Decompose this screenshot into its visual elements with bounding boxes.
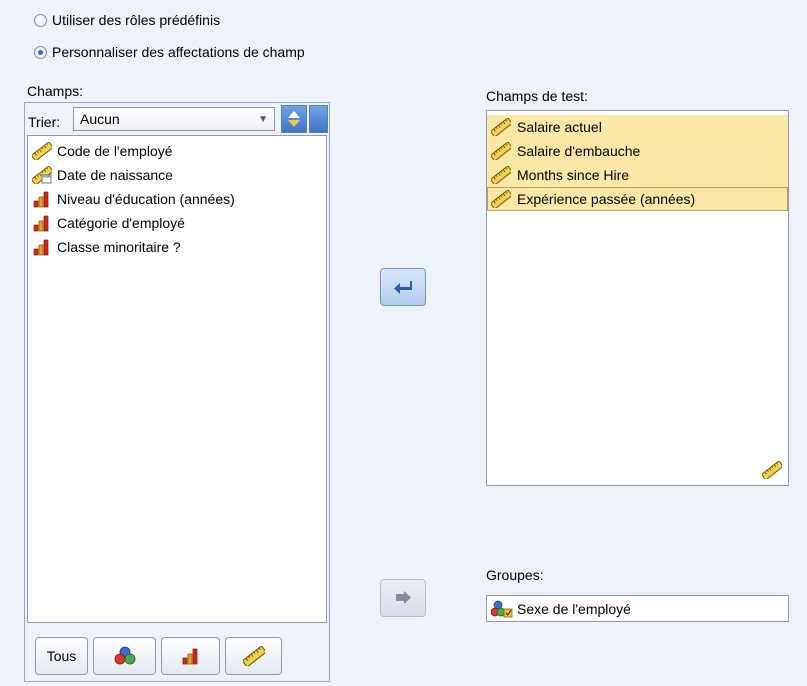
ruler-icon [491, 166, 511, 184]
fields-list[interactable]: Code de l'employé Date de naissance Nive… [27, 135, 327, 623]
nominal-circles-icon [114, 646, 135, 665]
ordinal-bar-icon [33, 215, 49, 232]
ruler-icon [242, 646, 265, 666]
ruler-icon [491, 142, 511, 160]
radio-predefined-roles[interactable]: Utiliser des rôles prédéfinis [34, 10, 220, 30]
list-item[interactable]: Code de l'employé [28, 139, 326, 163]
chevron-down-icon: ▼ [258, 113, 268, 125]
ruler-icon [762, 461, 782, 479]
ordinal-bar-icon [182, 648, 197, 665]
groups-field[interactable]: Sexe de l'employé [486, 595, 789, 622]
sort-label: Trier: [28, 114, 61, 130]
ordinal-bar-icon [33, 239, 49, 256]
arrow-right-icon [396, 591, 411, 604]
filter-ordinal-button[interactable] [161, 637, 220, 675]
list-item[interactable]: Classe minoritaire ? [28, 235, 326, 259]
radio-custom-label: Personnaliser des affectations de champ [52, 44, 305, 60]
list-item[interactable]: Catégorie d'employé [28, 211, 326, 235]
move-to-groups-button[interactable] [380, 579, 426, 617]
arrow-left-return-icon [394, 281, 412, 294]
test-field-label: Months since Hire [517, 167, 630, 183]
sort-dropdown[interactable]: Aucun ▼ [73, 107, 275, 131]
groups-value: Sexe de l'employé [517, 600, 631, 617]
test-field-item[interactable]: Salaire actuel [487, 115, 788, 139]
test-field-item[interactable]: Expérience passée (années) [487, 187, 788, 211]
list-item-label: Date de naissance [57, 167, 173, 183]
radio-predefined-indicator[interactable] [34, 13, 47, 27]
list-item-label: Niveau d'éducation (années) [57, 191, 235, 207]
ruler-icon [32, 142, 52, 160]
radio-predefined-label: Utiliser des rôles prédéfinis [52, 12, 221, 28]
nominal-person-icon [491, 600, 513, 617]
ruler-icon [491, 118, 511, 136]
filter-all-button[interactable]: Tous [35, 637, 88, 675]
fields-panel: Trier: Aucun ▼ Code de l'employé Date de [24, 102, 330, 682]
list-item[interactable]: Niveau d'éducation (années) [28, 187, 326, 211]
filter-nominal-button[interactable] [93, 637, 156, 675]
list-item[interactable]: Date de naissance [28, 163, 326, 187]
test-fields-list[interactable]: Salaire actuel Salaire d'embauche Months… [486, 110, 789, 486]
move-to-fields-button[interactable] [380, 268, 426, 306]
test-field-item[interactable]: Salaire d'embauche [487, 139, 788, 163]
test-field-label: Salaire actuel [517, 119, 602, 135]
list-item-label: Classe minoritaire ? [57, 239, 181, 255]
list-item-label: Catégorie d'employé [57, 215, 185, 231]
sort-extra-button[interactable] [309, 105, 328, 133]
ruler-icon [491, 190, 511, 208]
test-fields-title: Champs de test: [486, 88, 588, 104]
sort-order-button[interactable] [281, 105, 307, 133]
fields-panel-title: Champs: [27, 83, 84, 99]
sort-updown-icon [288, 111, 300, 127]
test-field-label: Salaire d'embauche [517, 143, 641, 159]
sort-dropdown-value: Aucun [80, 111, 120, 127]
test-field-item[interactable]: Months since Hire [487, 163, 788, 187]
ordinal-bar-icon [33, 191, 49, 208]
test-field-label: Expérience passée (années) [517, 191, 696, 207]
list-item-label: Code de l'employé [57, 143, 173, 159]
date-ruler-icon [32, 166, 52, 184]
filter-all-label: Tous [46, 648, 77, 664]
groups-title: Groupes: [486, 567, 544, 583]
radio-custom-assignments[interactable]: Personnaliser des affectations de champ [34, 42, 305, 62]
radio-custom-indicator[interactable] [34, 45, 47, 59]
filter-scale-button[interactable] [225, 637, 282, 675]
